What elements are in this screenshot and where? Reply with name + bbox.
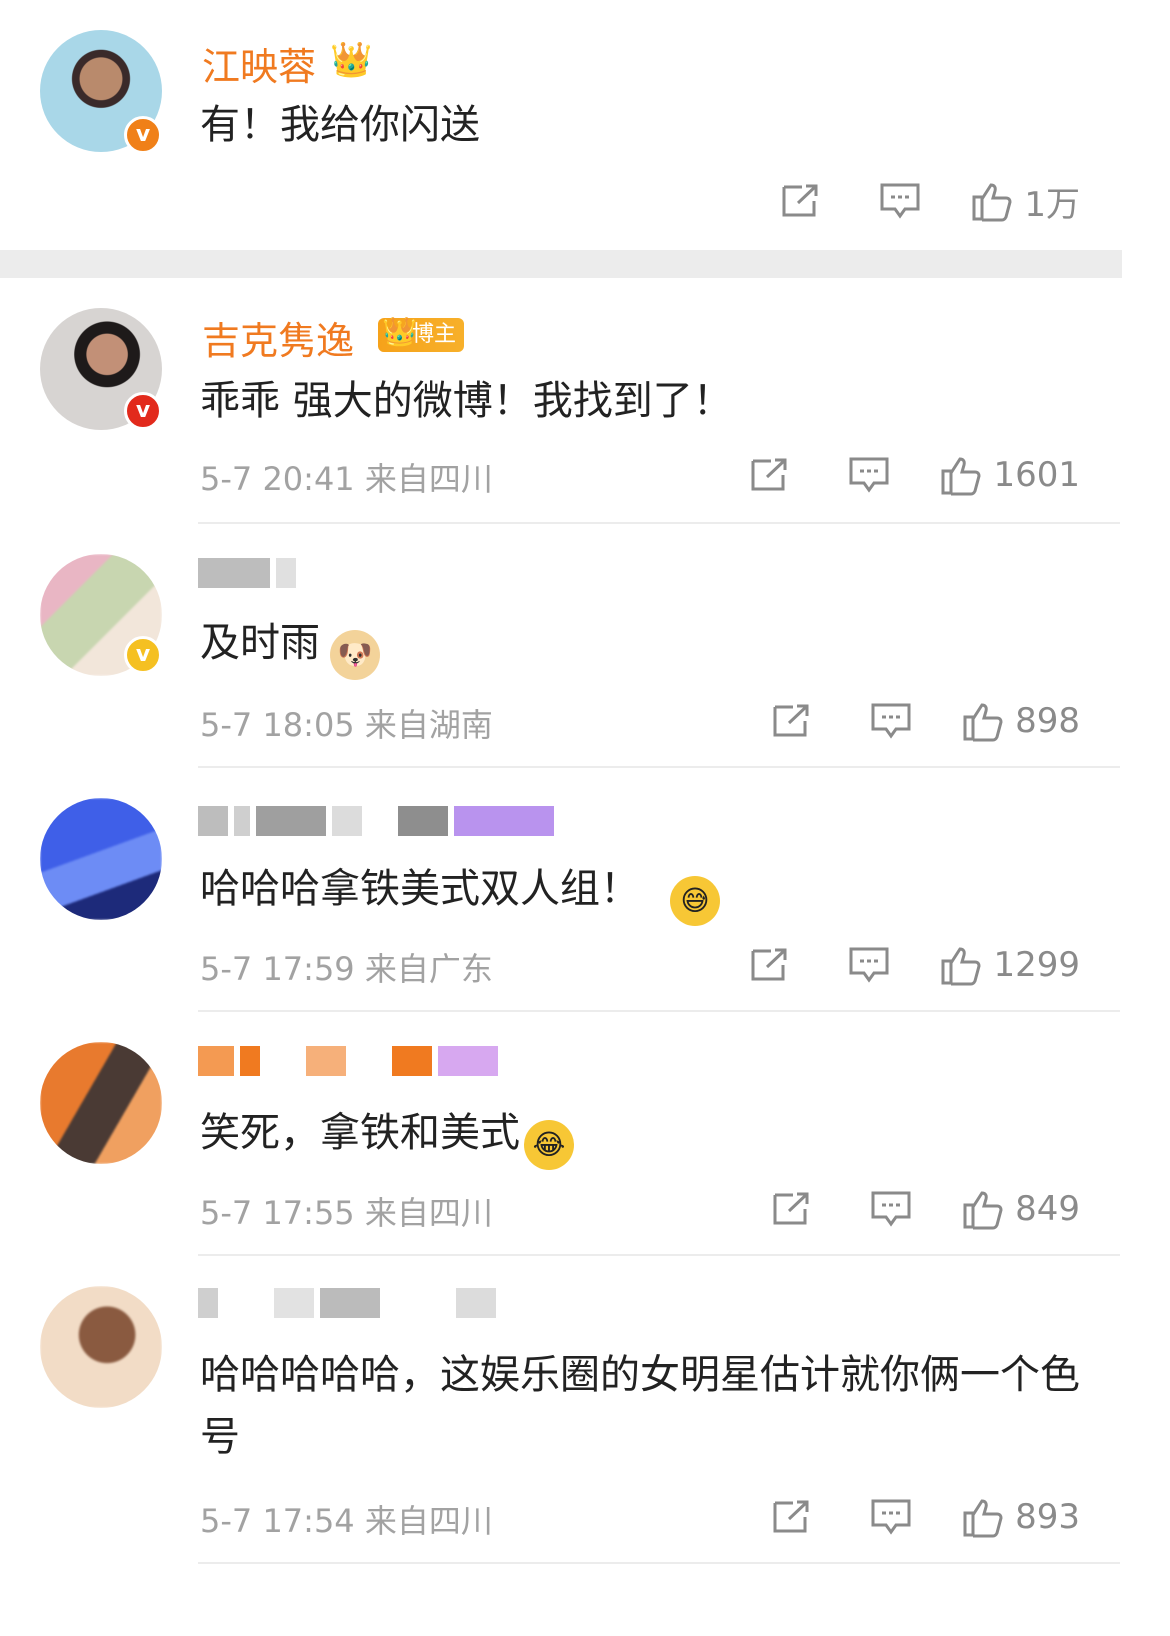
share-icon — [773, 1500, 809, 1533]
comment-icon — [871, 1191, 911, 1227]
sweat-laugh-emoji: 😅 — [670, 876, 720, 926]
share-button[interactable] — [741, 1184, 841, 1234]
comment-item: v 及时雨 🐶 5-7 18:05 来自湖南 898 — [0, 524, 1170, 766]
comment-actions: 1601 — [719, 450, 1080, 500]
comment-icon — [849, 947, 889, 983]
like-icon — [972, 183, 1012, 222]
share-icon — [751, 458, 787, 491]
comment-text-content: 哈哈哈拿铁美式双人组！ — [200, 866, 640, 912]
username[interactable] — [198, 1044, 498, 1078]
comment-button[interactable] — [819, 450, 919, 500]
comment-item: v 吉克隽逸 👑 博主 乖乖 强大的微博！我找到了！ 5-7 20:41 来自四… — [0, 278, 1170, 522]
comment-meta: 5-7 20:41 来自四川 — [200, 460, 493, 498]
like-button[interactable]: 1601 — [939, 453, 1080, 497]
comment-icon — [871, 703, 911, 739]
comment-text: 有！我给你闪送 — [200, 102, 480, 148]
share-button[interactable] — [719, 450, 819, 500]
section-divider — [0, 250, 1122, 278]
like-icon — [941, 947, 981, 986]
comment-text: 笑死，拿铁和美式 😂 — [200, 1102, 1090, 1170]
comment-icon — [871, 1499, 911, 1535]
username[interactable]: 吉克隽逸 — [202, 310, 354, 365]
comment-icon — [849, 457, 889, 493]
comment-text: 哈哈哈拿铁美式双人组！ 😅 — [200, 858, 1090, 926]
comment-text-content: 笑死，拿铁和美式 — [200, 1110, 520, 1156]
like-icon — [963, 1191, 1003, 1230]
username[interactable] — [198, 556, 296, 590]
like-count: 1601 — [993, 455, 1080, 495]
comment-meta: 5-7 17:55 来自四川 — [200, 1194, 493, 1232]
comment-item: 哈哈哈拿铁美式双人组！ 😅 5-7 17:59 来自广东 1299 — [0, 768, 1170, 1012]
tag-label: 博主 — [412, 322, 457, 347]
like-count: 898 — [1015, 701, 1080, 741]
like-count: 893 — [1015, 1497, 1080, 1537]
share-button[interactable] — [741, 1492, 841, 1542]
verified-badge-icon: v — [124, 392, 162, 430]
comment-text: 及时雨 🐶 — [200, 612, 1090, 680]
comment-actions: 1万 — [750, 176, 1080, 226]
comment-actions: 898 — [741, 696, 1080, 746]
share-button[interactable] — [750, 176, 850, 226]
tears-of-joy-emoji: 😂 — [524, 1120, 574, 1170]
like-count: 849 — [1015, 1189, 1080, 1229]
comment-button[interactable] — [841, 696, 941, 746]
share-icon — [773, 1192, 809, 1225]
comment-meta: 5-7 17:54 来自四川 — [200, 1502, 493, 1540]
comment-actions: 849 — [741, 1184, 1080, 1234]
like-button[interactable]: 893 — [961, 1495, 1080, 1539]
avatar[interactable] — [40, 1286, 162, 1408]
divider — [198, 1562, 1120, 1564]
comment-button[interactable] — [819, 940, 919, 990]
share-icon — [751, 948, 787, 981]
username[interactable] — [198, 804, 554, 838]
like-icon — [941, 457, 981, 496]
comment-item: 哈哈哈哈哈，这娱乐圈的女明星估计就你俩一个色号 5-7 17:54 来自四川 8… — [0, 1256, 1170, 1566]
crown-icon: 👑 — [382, 315, 417, 348]
avatar[interactable] — [40, 798, 162, 920]
like-icon — [963, 1499, 1003, 1538]
comment-meta: 5-7 18:05 来自湖南 — [200, 706, 493, 744]
like-count: 1299 — [993, 945, 1080, 985]
comment-button[interactable] — [841, 1184, 941, 1234]
comment-text: 哈哈哈哈哈，这娱乐圈的女明星估计就你俩一个色号 — [200, 1352, 1080, 1460]
comment-button[interactable] — [841, 1492, 941, 1542]
verified-badge-icon: v — [124, 636, 162, 674]
doge-emoji: 🐶 — [330, 630, 380, 680]
like-button[interactable]: 1万 — [970, 177, 1080, 226]
username[interactable] — [198, 1286, 496, 1320]
avatar[interactable] — [40, 1042, 162, 1164]
like-count: 1万 — [1024, 184, 1080, 225]
comment-item: 笑死，拿铁和美式 😂 5-7 17:55 来自四川 849 — [0, 1012, 1170, 1256]
like-button[interactable]: 1299 — [939, 943, 1080, 987]
username[interactable]: 江映蓉 — [202, 36, 316, 91]
comment-icon — [880, 183, 920, 219]
like-button[interactable]: 849 — [961, 1187, 1080, 1231]
like-button[interactable]: 898 — [961, 699, 1080, 743]
comment-item: v 江映蓉 👑 有！我给你闪送 1万 — [0, 0, 1170, 250]
share-button[interactable] — [741, 696, 841, 746]
comment-text: 乖乖 强大的微博！我找到了！ — [200, 378, 733, 424]
comment-meta: 5-7 17:59 来自广东 — [200, 950, 493, 988]
comment-text-content: 及时雨 — [200, 620, 320, 666]
comment-actions: 1299 — [719, 940, 1080, 990]
blogger-tag: 👑 博主 — [378, 315, 465, 352]
comment-button[interactable] — [850, 176, 950, 226]
comment-actions: 893 — [741, 1492, 1080, 1542]
verified-badge-icon: v — [124, 116, 162, 154]
crown-icon: 👑 — [330, 40, 373, 80]
like-icon — [963, 703, 1003, 742]
share-button[interactable] — [719, 940, 819, 990]
share-icon — [782, 184, 818, 217]
share-icon — [773, 704, 809, 737]
